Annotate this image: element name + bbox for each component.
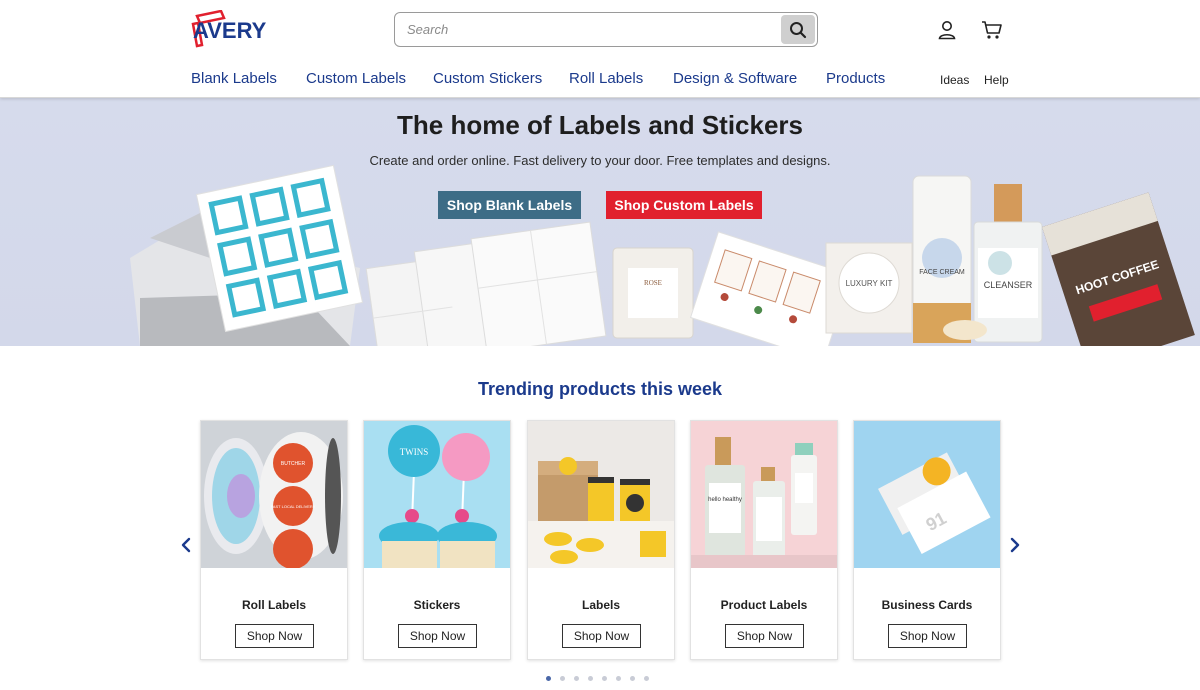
hero-title: The home of Labels and Stickers [397,110,803,140]
nav-design-software[interactable]: Design & Software [673,70,797,87]
product-card-title: Product Labels [720,598,808,612]
product-card-title: Roll Labels [241,598,306,612]
shop-now-button[interactable]: Shop Now [235,624,314,648]
trending-title: Trending products this week [477,379,723,399]
svg-text:FAST LOCAL DELIVERY: FAST LOCAL DELIVERY [271,504,316,509]
svg-text:CLEANSER: CLEANSER [984,280,1033,290]
avery-logo[interactable]: AVERY [191,10,281,50]
carousel-prev-button[interactable] [178,535,196,555]
product-card-title: Stickers [413,598,461,612]
product-card-stickers[interactable]: TWINS Stickers Shop Now [363,420,511,660]
hero-banner: ROSE LUXURY KIT FACE CREAM CLEANSER HOOT… [0,98,1200,346]
cart-button[interactable] [980,18,1004,42]
nav-roll-labels[interactable]: Roll Labels [569,70,643,87]
product-card-business-cards[interactable]: 91 Business Cards Shop Now [853,420,1001,660]
carousel-dot[interactable] [560,676,565,681]
svg-text:LUXURY KIT: LUXURY KIT [846,279,893,288]
carousel-dot[interactable] [588,676,593,681]
product-card-product-labels[interactable]: hello healthy Product Labels Shop Now [690,420,838,660]
main-nav: Blank Labels Custom Labels Custom Sticke… [0,70,1200,92]
shop-now-button[interactable]: Shop Now [562,624,641,648]
shop-now-button[interactable]: Shop Now [725,624,804,648]
search-input[interactable] [407,13,767,46]
carousel-dot[interactable] [546,676,551,681]
search-icon [790,21,807,38]
cart-icon [982,21,1002,39]
product-card-title: Labels [581,598,620,612]
nav-custom-stickers[interactable]: Custom Stickers [433,70,542,87]
nav-blank-labels[interactable]: Blank Labels [191,70,277,87]
shop-now-button[interactable]: Shop Now [888,624,967,648]
product-card-roll-labels[interactable]: BUTCHER FAST LOCAL DELIVERY Roll Labels … [200,420,348,660]
search-button[interactable] [781,15,815,44]
user-account-button[interactable] [935,18,959,42]
site-header: AVERY Blank Labels Custom Labels Custom … [0,0,1200,98]
chevron-right-icon [1010,537,1020,553]
product-card-labels[interactable]: Labels Shop Now [527,420,675,660]
carousel-dot[interactable] [616,676,621,681]
labels-image [528,421,674,568]
shop-blank-labels-button[interactable]: Shop Blank Labels [438,191,581,219]
shop-now-button[interactable]: Shop Now [398,624,477,648]
business-cards-image: 91 [854,421,1000,568]
nav-custom-labels[interactable]: Custom Labels [306,70,406,87]
nav-products[interactable]: Products [826,70,885,87]
roll-labels-image: BUTCHER FAST LOCAL DELIVERY [201,421,347,568]
carousel-dot[interactable] [602,676,607,681]
carousel-dot[interactable] [630,676,635,681]
hero-subtitle: Create and order online. Fast delivery t… [369,153,831,168]
stickers-image: TWINS [364,421,510,568]
shop-custom-labels-button[interactable]: Shop Custom Labels [606,191,762,219]
carousel-dot[interactable] [644,676,649,681]
svg-text:TWINS: TWINS [400,447,429,457]
svg-text:ROSE: ROSE [644,279,662,287]
search-bar [394,12,818,47]
svg-text:FACE CREAM: FACE CREAM [919,269,965,276]
carousel-next-button[interactable] [1006,535,1024,555]
svg-text:hello healthy: hello healthy [708,497,742,503]
product-card-title: Business Cards [881,598,973,612]
nav-help[interactable]: Help [984,73,1009,87]
user-icon [938,21,956,40]
carousel-dot[interactable] [574,676,579,681]
nav-ideas[interactable]: Ideas [940,73,969,87]
svg-text:BUTCHER: BUTCHER [281,461,306,467]
product-labels-image: hello healthy [691,421,837,568]
logo-text: AVERY [193,18,267,43]
chevron-left-icon [181,537,191,553]
